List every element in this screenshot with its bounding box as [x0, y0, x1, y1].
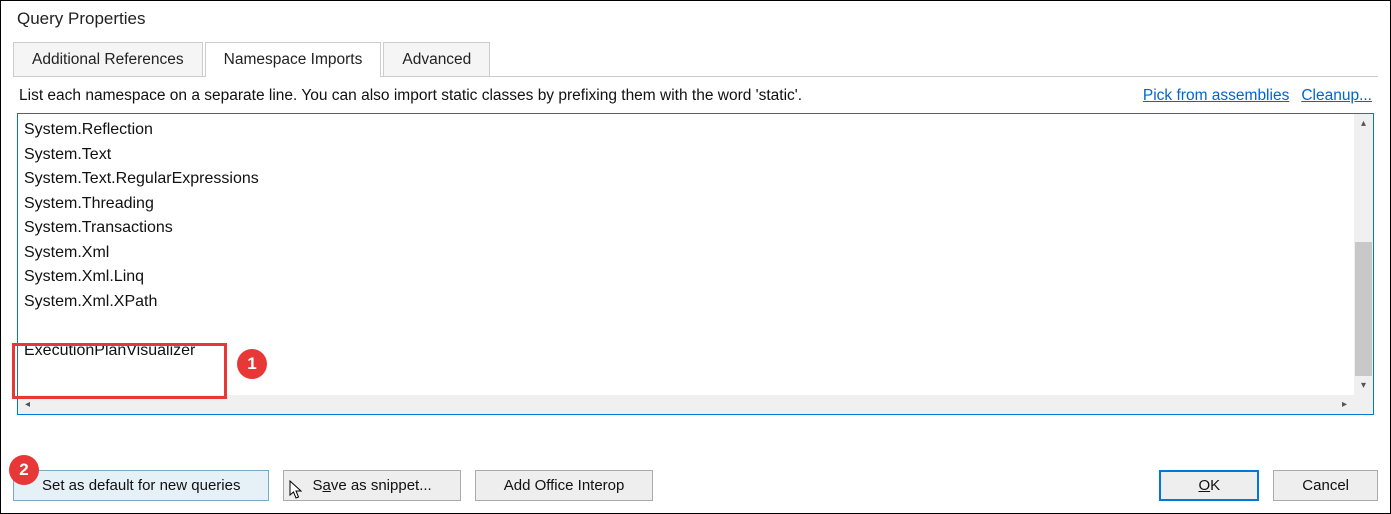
dialog-button-row: Set as default for new queries Save as s…	[13, 470, 1378, 501]
vertical-scrollbar[interactable]: ▴ ▾	[1354, 114, 1373, 395]
pick-from-assemblies-link[interactable]: Pick from assemblies	[1143, 87, 1289, 105]
scrollbar-corner	[1354, 395, 1373, 414]
tab-namespace-imports[interactable]: Namespace Imports	[205, 42, 382, 77]
cancel-button[interactable]: Cancel	[1273, 470, 1378, 501]
horizontal-scrollbar[interactable]: ◂ ▸	[18, 395, 1354, 414]
tab-strip: Additional References Namespace Imports …	[1, 41, 1390, 77]
scroll-right-icon[interactable]: ▸	[1335, 395, 1354, 414]
save-snippet-button[interactable]: Save as snippet...	[283, 470, 460, 501]
ok-button[interactable]: OK	[1159, 470, 1259, 501]
cleanup-link[interactable]: Cleanup...	[1301, 87, 1372, 105]
add-office-interop-button[interactable]: Add Office Interop	[475, 470, 654, 501]
tab-panel-namespace-imports: List each namespace on a separate line. …	[13, 76, 1378, 415]
scroll-up-icon[interactable]: ▴	[1354, 114, 1373, 133]
set-default-button[interactable]: Set as default for new queries	[13, 470, 269, 501]
scroll-thumb[interactable]	[1355, 242, 1372, 376]
window-title: Query Properties	[1, 1, 1390, 41]
scroll-down-icon[interactable]: ▾	[1354, 376, 1373, 395]
namespace-textarea[interactable]: System.Reflection System.Text System.Tex…	[17, 113, 1374, 415]
tab-advanced[interactable]: Advanced	[383, 42, 490, 77]
tab-additional-references[interactable]: Additional References	[13, 42, 203, 77]
instruction-text: List each namespace on a separate line. …	[19, 87, 802, 105]
scroll-left-icon[interactable]: ◂	[18, 395, 37, 414]
